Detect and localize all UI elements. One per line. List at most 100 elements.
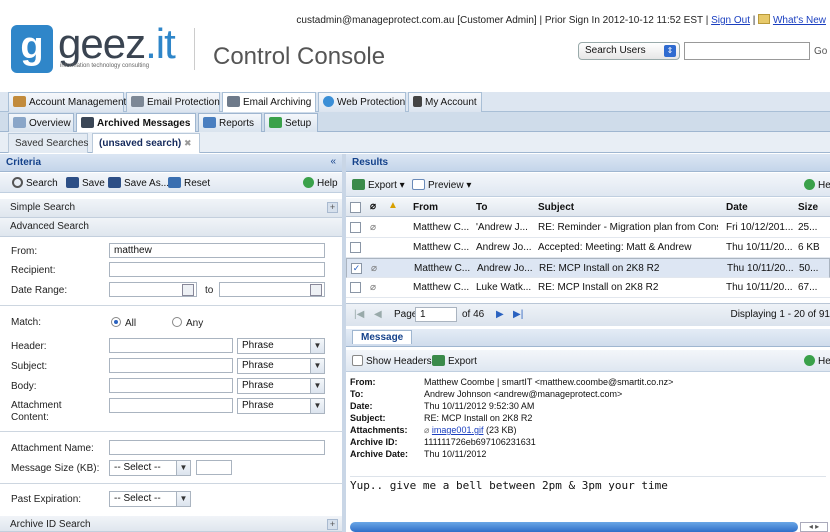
tab-label: My Account <box>425 97 477 108</box>
past-expiration-select[interactable]: -- Select -- ▼ <box>109 491 191 507</box>
date-to-field[interactable] <box>219 282 325 297</box>
message-size-select[interactable]: -- Select -- ▼ <box>109 460 191 476</box>
tab-saved-searches[interactable]: Saved Searches <box>8 133 88 153</box>
page-number-input[interactable]: 1 <box>415 307 457 322</box>
match-all-radio[interactable]: All <box>111 317 136 330</box>
table-row[interactable]: ✓ ⌀ Matthew C... Andrew Jo... RE: MCP Instal… <box>346 258 830 278</box>
reset-button[interactable]: Reset <box>168 177 210 189</box>
calendar-icon[interactable] <box>310 284 322 296</box>
message-size-field[interactable] <box>196 460 232 475</box>
headers-icon <box>352 355 363 366</box>
divider <box>0 431 342 432</box>
sign-out-link[interactable]: Sign Out <box>711 15 750 26</box>
prev-page-icon[interactable]: ◀ <box>374 309 382 320</box>
scroll-arrows-icon[interactable]: ◂ ▸ <box>800 522 828 532</box>
prior-signin: | Prior Sign In 2012-10-12 11:52 EST | <box>539 15 709 26</box>
radio-selected-icon <box>111 317 121 327</box>
header-match-select[interactable]: Phrase ▼ <box>237 338 325 354</box>
col-to[interactable]: To <box>476 202 487 213</box>
whats-new-link[interactable]: What's New <box>773 15 826 26</box>
tab-account-management[interactable]: Account Management <box>8 92 127 112</box>
row-checkbox[interactable] <box>350 222 361 233</box>
recipient-field[interactable] <box>109 262 325 277</box>
tab-unsaved-search[interactable]: (unsaved search) ✖ <box>92 133 200 153</box>
collapse-icon[interactable]: « <box>330 156 336 167</box>
tab-archived-messages[interactable]: Archived Messages <box>76 113 196 132</box>
body-match-select[interactable]: Phrase ▼ <box>237 378 325 394</box>
chevron-down-icon: ▼ <box>176 492 190 506</box>
from-field[interactable]: matthew <box>109 243 325 258</box>
expand-icon[interactable]: + <box>327 202 338 213</box>
message-to: To: Andrew Johnson <andrew@manageprotect.… <box>350 388 622 400</box>
header-field[interactable] <box>109 338 233 353</box>
tab-message[interactable]: Message <box>352 330 413 344</box>
col-size[interactable]: Size <box>798 202 818 213</box>
tab-label: Archived Messages <box>97 118 191 129</box>
calendar-icon[interactable] <box>182 284 194 296</box>
advanced-search-label: Advanced Search <box>10 221 89 232</box>
horizontal-scrollbar[interactable] <box>350 522 798 532</box>
tab-my-account[interactable]: My Account <box>408 92 482 112</box>
next-page-icon[interactable]: ▶ <box>496 309 504 320</box>
row-checkbox[interactable] <box>350 282 361 293</box>
logo-icon: g <box>11 25 53 73</box>
chevron-down-icon: ▼ <box>310 359 324 373</box>
body-label: Body: <box>11 381 37 392</box>
row-checkbox[interactable]: ✓ <box>351 263 362 274</box>
select-all-checkbox[interactable] <box>350 202 361 213</box>
tab-web-protection[interactable]: Web Protection <box>318 92 406 112</box>
col-from[interactable]: From <box>413 202 438 213</box>
go-button[interactable]: Go <box>814 46 827 57</box>
tab-reports[interactable]: Reports <box>198 113 262 132</box>
message-export-button[interactable]: Export <box>432 355 477 367</box>
preview-button[interactable]: Preview ▾ <box>412 179 471 191</box>
search-input[interactable] <box>684 42 810 60</box>
expand-icon[interactable]: + <box>327 519 338 530</box>
body-field[interactable] <box>109 378 233 393</box>
subject-field[interactable] <box>109 358 233 373</box>
cell-from: Matthew C... <box>413 282 470 293</box>
save-as-button[interactable]: Save As... <box>108 177 169 189</box>
tab-email-protection[interactable]: Email Protection <box>126 92 220 112</box>
tab-email-archiving[interactable]: Email Archiving <box>222 92 316 112</box>
show-headers-button[interactable]: Show Headers <box>352 355 432 367</box>
table-row[interactable]: ⌀ Matthew C... 'Andrew J... RE: Reminder - … <box>346 218 830 238</box>
simple-search-header[interactable]: Simple Search + <box>0 199 342 218</box>
select-arrows-icon: ⇕ <box>664 45 676 57</box>
tab-label: Account Management <box>29 97 127 108</box>
help-button[interactable]: Help <box>303 177 338 189</box>
cell-date: Thu 10/11/20... <box>726 242 793 253</box>
attachment-name-field[interactable] <box>109 440 325 455</box>
table-row[interactable]: ⌀ Matthew C... Luke Watk... RE: MCP Install… <box>346 278 830 298</box>
search-button[interactable]: Search <box>12 177 58 189</box>
results-help-button[interactable]: He <box>804 179 830 191</box>
attachment-link[interactable]: image001.gif <box>432 425 484 435</box>
cell-to: Andrew Jo... <box>476 242 532 253</box>
user-email: custadmin@manageprotect.com.au <box>296 15 455 26</box>
col-subject[interactable]: Subject <box>538 202 574 213</box>
first-page-icon[interactable]: |◀ <box>354 309 364 320</box>
cell-to: Andrew Jo... <box>477 263 533 274</box>
message-help-button[interactable]: He <box>804 355 830 367</box>
save-button[interactable]: Save <box>66 177 105 189</box>
attachment-content-match-select[interactable]: Phrase ▼ <box>237 398 325 414</box>
advanced-search-header[interactable]: Advanced Search <box>0 218 342 237</box>
match-any-radio[interactable]: Any <box>172 317 203 330</box>
preview-icon <box>412 179 425 190</box>
export-button[interactable]: Export ▾ <box>352 179 405 191</box>
date-from-field[interactable] <box>109 282 197 297</box>
user-role: [Customer Admin] <box>457 15 537 26</box>
subject-match-select[interactable]: Phrase ▼ <box>237 358 325 374</box>
last-page-icon[interactable]: ▶| <box>513 309 523 320</box>
attachment-content-field[interactable] <box>109 398 233 413</box>
tab-overview[interactable]: Overview <box>8 113 74 132</box>
tab-setup[interactable]: Setup <box>264 113 318 132</box>
table-row[interactable]: Matthew C... Andrew Jo... Accepted: Meetin… <box>346 238 830 258</box>
archive-id-search-header[interactable]: Archive ID Search + <box>0 516 342 532</box>
row-checkbox[interactable] <box>350 242 361 253</box>
close-tab-icon[interactable]: ✖ <box>184 138 192 148</box>
archive-id-value: 111111726eb697106231631 <box>424 437 536 447</box>
select-value: -- Select -- <box>114 493 161 504</box>
search-type-select[interactable]: Search Users ⇕ <box>578 42 680 60</box>
col-date[interactable]: Date <box>726 202 748 213</box>
